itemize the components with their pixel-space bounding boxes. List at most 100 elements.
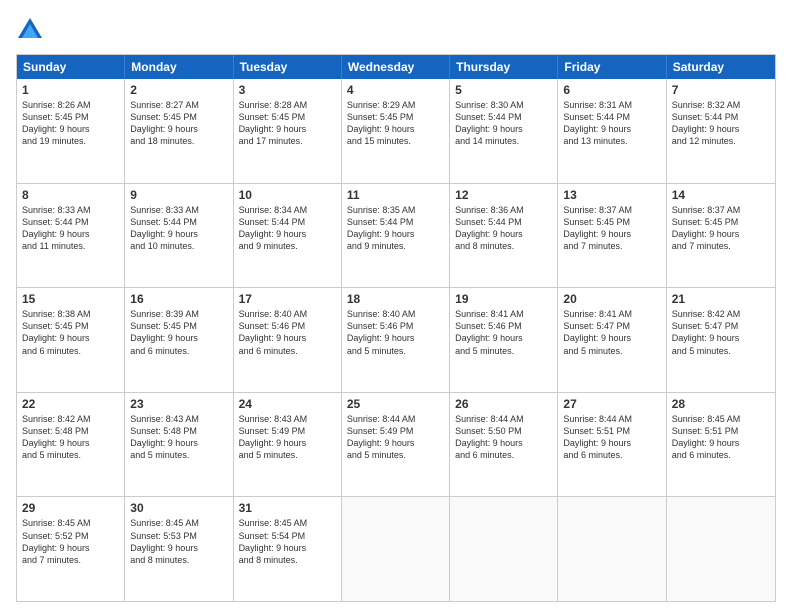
calendar-cell: 27 Sunrise: 8:44 AM Sunset: 5:51 PM Dayli… — [558, 393, 666, 497]
calendar-body: 1 Sunrise: 8:26 AM Sunset: 5:45 PM Daylig… — [17, 79, 775, 601]
calendar-cell: 15Sunrise: 8:38 AM Sunset: 5:45 PM Dayli… — [17, 288, 125, 392]
day-info: Sunrise: 8:32 AM Sunset: 5:44 PM Dayligh… — [672, 99, 770, 148]
day-info: Sunrise: 8:29 AM Sunset: 5:45 PM Dayligh… — [347, 99, 444, 148]
day-info: Sunrise: 8:36 AM Sunset: 5:44 PM Dayligh… — [455, 204, 552, 253]
calendar-cell: 11Sunrise: 8:35 AM Sunset: 5:44 PM Dayli… — [342, 184, 450, 288]
calendar-cell: 14 Sunrise: 8:37 AM Sunset: 5:45 PM Dayli… — [667, 184, 775, 288]
day-number: 5 — [455, 83, 552, 97]
calendar-cell: 23 Sunrise: 8:43 AM Sunset: 5:48 PM Dayli… — [125, 393, 233, 497]
day-number: 19 — [455, 292, 552, 306]
header — [16, 16, 776, 44]
calendar-cell: 26Sunrise: 8:44 AM Sunset: 5:50 PM Dayli… — [450, 393, 558, 497]
calendar-cell — [667, 497, 775, 601]
day-number: 8 — [22, 188, 119, 202]
day-number: 9 — [130, 188, 227, 202]
day-info: Sunrise: 8:37 AM Sunset: 5:45 PM Dayligh… — [672, 204, 770, 253]
day-number: 29 — [22, 501, 119, 515]
day-info: Sunrise: 8:37 AM Sunset: 5:45 PM Dayligh… — [563, 204, 660, 253]
calendar-cell: 10 Sunrise: 8:34 AM Sunset: 5:44 PM Dayli… — [234, 184, 342, 288]
day-number: 11 — [347, 188, 444, 202]
day-info: Sunrise: 8:44 AM Sunset: 5:49 PM Dayligh… — [347, 413, 444, 462]
calendar-row-5: 29 Sunrise: 8:45 AM Sunset: 5:52 PM Dayli… — [17, 496, 775, 601]
calendar-row-3: 15Sunrise: 8:38 AM Sunset: 5:45 PM Dayli… — [17, 287, 775, 392]
calendar-cell: 29 Sunrise: 8:45 AM Sunset: 5:52 PM Dayli… — [17, 497, 125, 601]
calendar-cell: 6Sunrise: 8:31 AM Sunset: 5:44 PM Daylig… — [558, 79, 666, 183]
page: Sunday Monday Tuesday Wednesday Thursday… — [0, 0, 792, 612]
day-number: 31 — [239, 501, 336, 515]
calendar-row-1: 1 Sunrise: 8:26 AM Sunset: 5:45 PM Daylig… — [17, 79, 775, 183]
calendar-cell: 31Sunrise: 8:45 AM Sunset: 5:54 PM Dayli… — [234, 497, 342, 601]
calendar-cell: 28 Sunrise: 8:45 AM Sunset: 5:51 PM Dayli… — [667, 393, 775, 497]
day-info: Sunrise: 8:33 AM Sunset: 5:44 PM Dayligh… — [22, 204, 119, 253]
header-wednesday: Wednesday — [342, 55, 450, 79]
day-info: Sunrise: 8:43 AM Sunset: 5:48 PM Dayligh… — [130, 413, 227, 462]
calendar-row-2: 8 Sunrise: 8:33 AM Sunset: 5:44 PM Daylig… — [17, 183, 775, 288]
calendar-cell: 21 Sunrise: 8:42 AM Sunset: 5:47 PM Dayli… — [667, 288, 775, 392]
day-number: 28 — [672, 397, 770, 411]
day-number: 2 — [130, 83, 227, 97]
day-number: 26 — [455, 397, 552, 411]
day-info: Sunrise: 8:27 AM Sunset: 5:45 PM Dayligh… — [130, 99, 227, 148]
calendar-cell — [558, 497, 666, 601]
calendar-cell: 4 Sunrise: 8:29 AM Sunset: 5:45 PM Daylig… — [342, 79, 450, 183]
calendar-cell: 18 Sunrise: 8:40 AM Sunset: 5:46 PM Dayli… — [342, 288, 450, 392]
day-info: Sunrise: 8:42 AM Sunset: 5:47 PM Dayligh… — [672, 308, 770, 357]
calendar-cell: 12 Sunrise: 8:36 AM Sunset: 5:44 PM Dayli… — [450, 184, 558, 288]
day-info: Sunrise: 8:45 AM Sunset: 5:52 PM Dayligh… — [22, 517, 119, 566]
day-info: Sunrise: 8:41 AM Sunset: 5:46 PM Dayligh… — [455, 308, 552, 357]
calendar-row-4: 22 Sunrise: 8:42 AM Sunset: 5:48 PM Dayli… — [17, 392, 775, 497]
calendar-cell — [450, 497, 558, 601]
day-info: Sunrise: 8:44 AM Sunset: 5:51 PM Dayligh… — [563, 413, 660, 462]
day-number: 10 — [239, 188, 336, 202]
day-number: 20 — [563, 292, 660, 306]
header-friday: Friday — [558, 55, 666, 79]
calendar-cell: 13 Sunrise: 8:37 AM Sunset: 5:45 PM Dayli… — [558, 184, 666, 288]
logo-icon — [16, 16, 44, 44]
logo — [16, 16, 48, 44]
day-number: 14 — [672, 188, 770, 202]
day-number: 21 — [672, 292, 770, 306]
calendar-cell: 16Sunrise: 8:39 AM Sunset: 5:45 PM Dayli… — [125, 288, 233, 392]
day-info: Sunrise: 8:45 AM Sunset: 5:53 PM Dayligh… — [130, 517, 227, 566]
calendar-header: Sunday Monday Tuesday Wednesday Thursday… — [17, 55, 775, 79]
day-number: 23 — [130, 397, 227, 411]
calendar-cell: 19 Sunrise: 8:41 AM Sunset: 5:46 PM Dayli… — [450, 288, 558, 392]
day-info: Sunrise: 8:28 AM Sunset: 5:45 PM Dayligh… — [239, 99, 336, 148]
day-info: Sunrise: 8:40 AM Sunset: 5:46 PM Dayligh… — [347, 308, 444, 357]
day-number: 13 — [563, 188, 660, 202]
day-info: Sunrise: 8:42 AM Sunset: 5:48 PM Dayligh… — [22, 413, 119, 462]
calendar-cell: 3 Sunrise: 8:28 AM Sunset: 5:45 PM Daylig… — [234, 79, 342, 183]
day-number: 18 — [347, 292, 444, 306]
day-number: 6 — [563, 83, 660, 97]
day-number: 7 — [672, 83, 770, 97]
day-number: 22 — [22, 397, 119, 411]
calendar-cell: 9 Sunrise: 8:33 AM Sunset: 5:44 PM Daylig… — [125, 184, 233, 288]
day-info: Sunrise: 8:34 AM Sunset: 5:44 PM Dayligh… — [239, 204, 336, 253]
day-number: 4 — [347, 83, 444, 97]
calendar-cell: 8 Sunrise: 8:33 AM Sunset: 5:44 PM Daylig… — [17, 184, 125, 288]
day-number: 12 — [455, 188, 552, 202]
calendar-cell: 22 Sunrise: 8:42 AM Sunset: 5:48 PM Dayli… — [17, 393, 125, 497]
calendar-cell: 30Sunrise: 8:45 AM Sunset: 5:53 PM Dayli… — [125, 497, 233, 601]
day-number: 17 — [239, 292, 336, 306]
day-info: Sunrise: 8:39 AM Sunset: 5:45 PM Dayligh… — [130, 308, 227, 357]
day-info: Sunrise: 8:41 AM Sunset: 5:47 PM Dayligh… — [563, 308, 660, 357]
day-info: Sunrise: 8:33 AM Sunset: 5:44 PM Dayligh… — [130, 204, 227, 253]
calendar-cell: 24Sunrise: 8:43 AM Sunset: 5:49 PM Dayli… — [234, 393, 342, 497]
day-info: Sunrise: 8:45 AM Sunset: 5:51 PM Dayligh… — [672, 413, 770, 462]
calendar-cell: 2 Sunrise: 8:27 AM Sunset: 5:45 PM Daylig… — [125, 79, 233, 183]
header-thursday: Thursday — [450, 55, 558, 79]
day-number: 25 — [347, 397, 444, 411]
day-number: 15 — [22, 292, 119, 306]
calendar-cell: 17 Sunrise: 8:40 AM Sunset: 5:46 PM Dayli… — [234, 288, 342, 392]
calendar-cell — [342, 497, 450, 601]
day-number: 3 — [239, 83, 336, 97]
calendar-cell: 1 Sunrise: 8:26 AM Sunset: 5:45 PM Daylig… — [17, 79, 125, 183]
day-info: Sunrise: 8:40 AM Sunset: 5:46 PM Dayligh… — [239, 308, 336, 357]
day-info: Sunrise: 8:26 AM Sunset: 5:45 PM Dayligh… — [22, 99, 119, 148]
day-info: Sunrise: 8:30 AM Sunset: 5:44 PM Dayligh… — [455, 99, 552, 148]
day-number: 1 — [22, 83, 119, 97]
calendar-cell: 5 Sunrise: 8:30 AM Sunset: 5:44 PM Daylig… — [450, 79, 558, 183]
day-number: 27 — [563, 397, 660, 411]
calendar-cell: 7 Sunrise: 8:32 AM Sunset: 5:44 PM Daylig… — [667, 79, 775, 183]
